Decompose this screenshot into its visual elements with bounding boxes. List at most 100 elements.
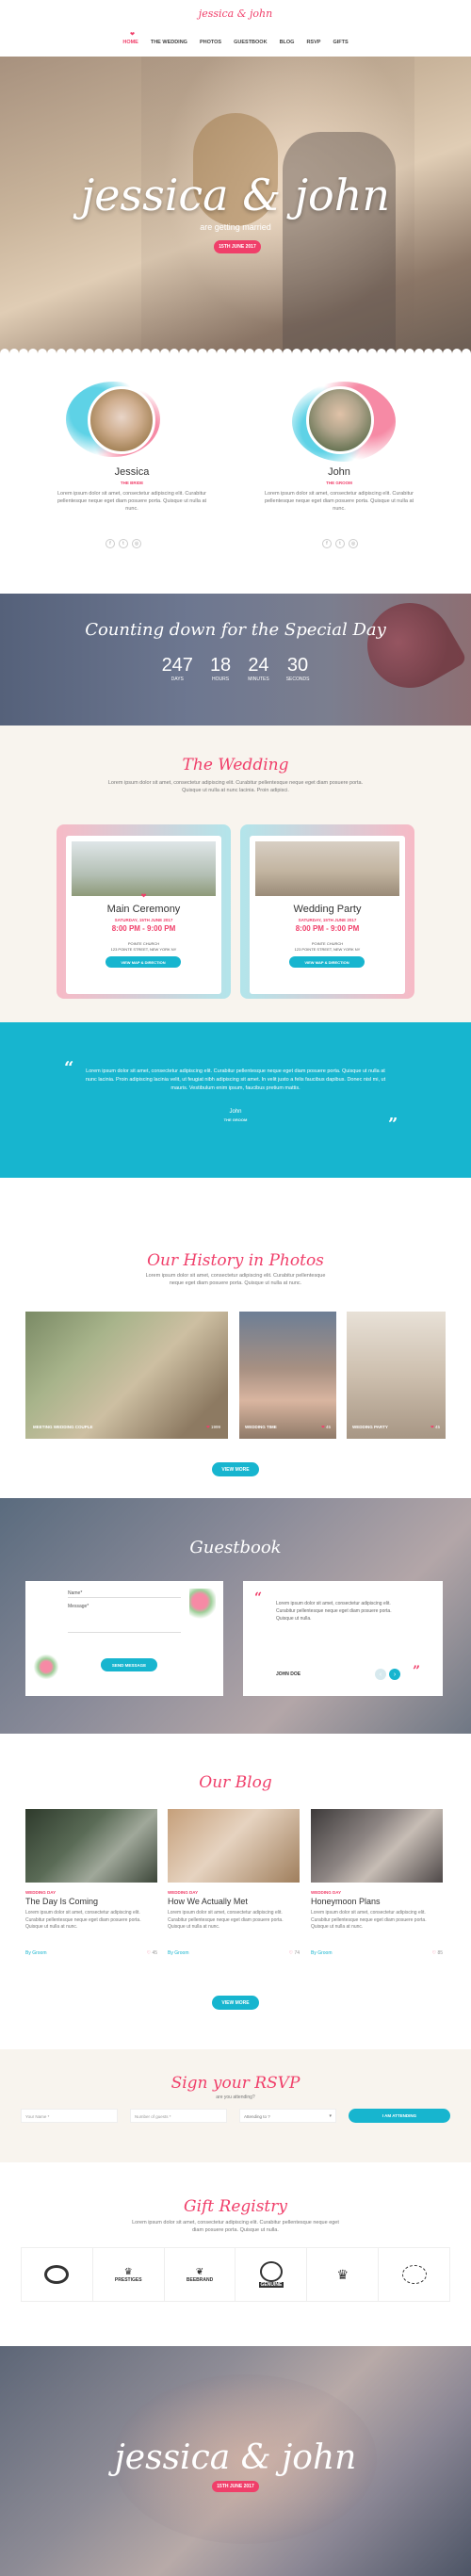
brand-logo[interactable]: jessica & john	[0, 8, 471, 20]
ceremony-map-button[interactable]: VIEW MAP & DIRECTION	[106, 956, 181, 968]
blog-post-1: WEDDING DAY The Day Is Coming Lorem ipsu…	[25, 1809, 157, 1956]
badge-icon	[44, 2265, 70, 2284]
blog-post-author[interactable]: By Groom	[25, 1950, 47, 1956]
instagram-icon[interactable]: ◎	[132, 539, 141, 548]
entry-quote-close-icon: ”	[413, 1664, 421, 1679]
gifts-title: Gift Registry	[183, 2197, 287, 2216]
laurel-icon	[401, 2265, 427, 2284]
nav-item-rsvp[interactable]: RSVP	[306, 40, 320, 45]
crown-icon: ♛	[123, 2266, 133, 2277]
gift-logo-5[interactable]: ♛	[307, 2248, 380, 2301]
name-input[interactable]	[68, 1597, 181, 1598]
guestbook-form: Name* Message* SEND MESSAGE	[25, 1581, 223, 1696]
hero-scalloped-edge	[0, 344, 471, 353]
bride-avatar	[88, 386, 155, 454]
party-card-body: Wedding Party SATURDAY, 15TH JUNE 2017 8…	[250, 836, 405, 994]
entry-next-button[interactable]: ›	[389, 1669, 400, 1680]
ceremony-time: 8:00 PM - 9:00 PM	[111, 924, 176, 933]
ceremony-photo	[72, 841, 216, 896]
send-message-button[interactable]: SEND MESSAGE	[101, 1658, 157, 1671]
blog-post-category: WEDDING DAY	[311, 1890, 342, 1895]
message-textarea[interactable]	[68, 1632, 181, 1633]
blog-post-title[interactable]: The Day Is Coming	[25, 1897, 157, 1906]
twitter-icon[interactable]: t	[119, 539, 128, 548]
nav-item-photos[interactable]: PHOTOS	[200, 40, 221, 45]
photos-title: Our History in Photos	[147, 1251, 324, 1270]
rsvp-guests-input[interactable]: Number of guests *	[130, 2109, 227, 2123]
quote-author: John	[229, 1109, 242, 1115]
rsvp-submit-button[interactable]: I AM ATTENDING	[349, 2109, 450, 2123]
message-label: Message*	[68, 1604, 89, 1609]
facebook-icon[interactable]: f	[106, 539, 115, 548]
photos-view-more-button[interactable]: VIEW MORE	[212, 1462, 259, 1476]
gift-logo-beebrand[interactable]: ❦ BEEBRAND	[165, 2248, 236, 2301]
blog-post-likes[interactable]: ♡ 85	[432, 1950, 443, 1956]
instagram-icon[interactable]: ◎	[349, 539, 358, 548]
photo-likes[interactable]: ❤ 1999	[206, 1425, 220, 1430]
quote-text: Lorem ipsum dolor sit amet, consectetur …	[85, 1068, 386, 1091]
gift-logo-6[interactable]	[379, 2248, 449, 2301]
blog-post-likes[interactable]: ♡ 74	[289, 1950, 300, 1956]
hero-date-button[interactable]: 15TH JUNE 2017	[214, 240, 261, 253]
blog-post-likes[interactable]: ♡ 45	[147, 1950, 157, 1956]
ceremony-heart-icon: ❤	[140, 893, 147, 900]
nav-item-gifts[interactable]: GIFTS	[333, 40, 348, 45]
groom-avatar	[306, 386, 374, 454]
seal-icon	[259, 2261, 283, 2282]
party-date: SATURDAY, 15TH JUNE 2017	[298, 918, 357, 922]
top-navbar: jessica & john HOME THE WEDDING PHOTOS G…	[0, 0, 471, 57]
nav-item-wedding[interactable]: THE WEDDING	[151, 40, 187, 45]
gift-logo-genuine[interactable]: GENUINE	[236, 2248, 308, 2301]
event-card-party: Wedding Party SATURDAY, 15TH JUNE 2017 8…	[240, 824, 414, 999]
ceremony-card-body: ❤ Main Ceremony SATURDAY, 15TH JUNE 2017…	[66, 836, 221, 994]
blog-post-author[interactable]: By Groom	[311, 1950, 333, 1956]
hero-section: jessica & john are getting married 15TH …	[0, 57, 471, 353]
blog-post-image[interactable]	[168, 1809, 300, 1883]
photos-section: Our History in Photos Lorem ipsum dolor …	[0, 1178, 471, 1498]
blog-post-image[interactable]	[25, 1809, 157, 1883]
blog-post-3: WEDDING DAY Honeymoon Plans Lorem ipsum …	[311, 1809, 443, 1956]
blog-section: Our Blog WEDDING DAY The Day Is Coming L…	[0, 1734, 471, 2049]
footer-title: jessica & john	[114, 2438, 357, 2477]
blog-post-author[interactable]: By Groom	[168, 1950, 189, 1956]
couple-section: Jessica THE BRIDE Lorem ipsum dolor sit …	[0, 353, 471, 594]
rsvp-attending-select[interactable]: Attending to ? ▾	[239, 2109, 336, 2123]
nav-item-home[interactable]: HOME	[122, 40, 138, 45]
gifts-section: Gift Registry Lorem ipsum dolor sit amet…	[0, 2162, 471, 2346]
gift-logo-1[interactable]	[22, 2248, 93, 2301]
footer-section: jessica & john 15TH JUNE 2017	[0, 2346, 471, 2576]
quote-open-icon: “	[64, 1058, 74, 1078]
twitter-icon[interactable]: t	[335, 539, 345, 548]
photo-card-wedding-time[interactable]: WEDDING TIME ❤ 45	[239, 1312, 336, 1439]
groom-bio: Lorem ipsum dolor sit amet, consectetur …	[264, 491, 414, 512]
party-photo	[255, 841, 399, 896]
rsvp-name-input[interactable]: Your Name *	[21, 2109, 118, 2123]
wedding-intro: Lorem ipsum dolor sit amet, consectetur …	[107, 780, 364, 793]
emblem-icon: ♛	[336, 2266, 349, 2282]
entry-prev-button[interactable]: ‹	[375, 1669, 386, 1680]
party-address: 123 POINTE STREET, NEW YORK NY	[294, 947, 361, 952]
entry-quote-open-icon: “	[254, 1590, 263, 1606]
photo-card-wedding-party[interactable]: WEDDING PARTY ❤ 45	[347, 1312, 446, 1439]
party-map-button[interactable]: VIEW MAP & DIRECTION	[289, 956, 365, 968]
photo-card-couple[interactable]: MEETING WEDDING COUPLE ❤ 1999	[25, 1312, 228, 1439]
blog-post-title[interactable]: How We Actually Met	[168, 1897, 300, 1906]
blog-post-image[interactable]	[311, 1809, 443, 1883]
photo-likes[interactable]: ❤ 45	[321, 1425, 331, 1430]
nav-menu: HOME THE WEDDING PHOTOS GUESTBOOK BLOG R…	[0, 40, 471, 45]
footer-date-button[interactable]: 15TH JUNE 2017	[212, 2481, 259, 2492]
blog-post-excerpt: Lorem ipsum dolor sit amet, consectetur …	[311, 1910, 427, 1930]
blog-post-2: WEDDING DAY How We Actually Met Lorem ip…	[168, 1809, 300, 1956]
blog-post-title[interactable]: Honeymoon Plans	[311, 1897, 443, 1906]
nav-item-guestbook[interactable]: GUESTBOOK	[234, 40, 267, 45]
quote-close-icon: ”	[388, 1115, 398, 1134]
photo-likes[interactable]: ❤ 45	[430, 1425, 440, 1430]
blog-post-category: WEDDING DAY	[168, 1890, 199, 1895]
gift-logo-prestiges[interactable]: ♛ PRESTIGES	[93, 2248, 165, 2301]
groom-name: John	[328, 466, 350, 478]
heart-icon: ❤	[205, 1425, 210, 1429]
blog-view-more-button[interactable]: VIEW MORE	[212, 1996, 259, 2010]
nav-item-blog[interactable]: BLOG	[280, 40, 295, 45]
quote-author-role: THE GROOM	[223, 1117, 248, 1122]
facebook-icon[interactable]: f	[322, 539, 332, 548]
